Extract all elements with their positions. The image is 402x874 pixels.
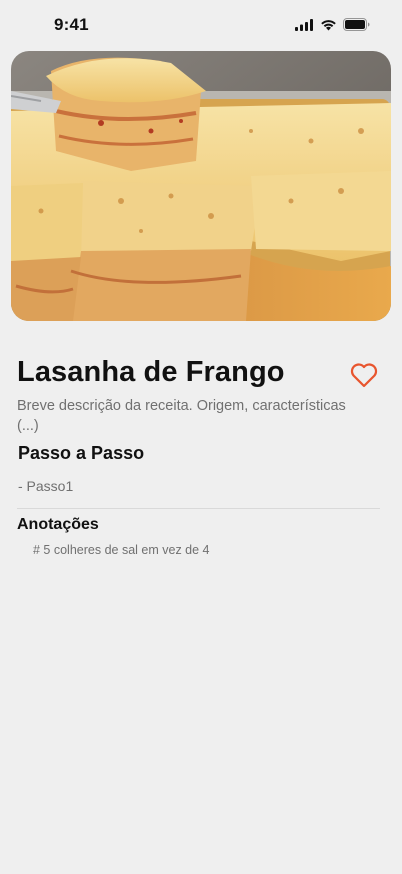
- status-time: 9:41: [54, 15, 89, 34]
- battery-icon: [343, 18, 370, 31]
- notes-heading: Anotações: [17, 516, 99, 533]
- favorite-button[interactable]: [350, 362, 378, 388]
- steps-heading: Passo a Passo: [18, 443, 145, 463]
- step-item: - Passo1: [18, 478, 74, 494]
- heart-outline-icon: [350, 363, 378, 388]
- status-bar: 9:41: [0, 0, 402, 50]
- recipe-title: Lasanha de Frango: [17, 356, 285, 388]
- section-divider: [17, 508, 380, 509]
- cellular-signal-icon: [295, 18, 313, 31]
- status-icons: [295, 18, 370, 31]
- recipe-description: Breve descrição da receita. Origem, cara…: [17, 398, 346, 434]
- wifi-icon: [321, 19, 336, 30]
- recipe-hero-image: [11, 51, 391, 321]
- note-item: # 5 colheres de sal em vez de 4: [33, 543, 210, 557]
